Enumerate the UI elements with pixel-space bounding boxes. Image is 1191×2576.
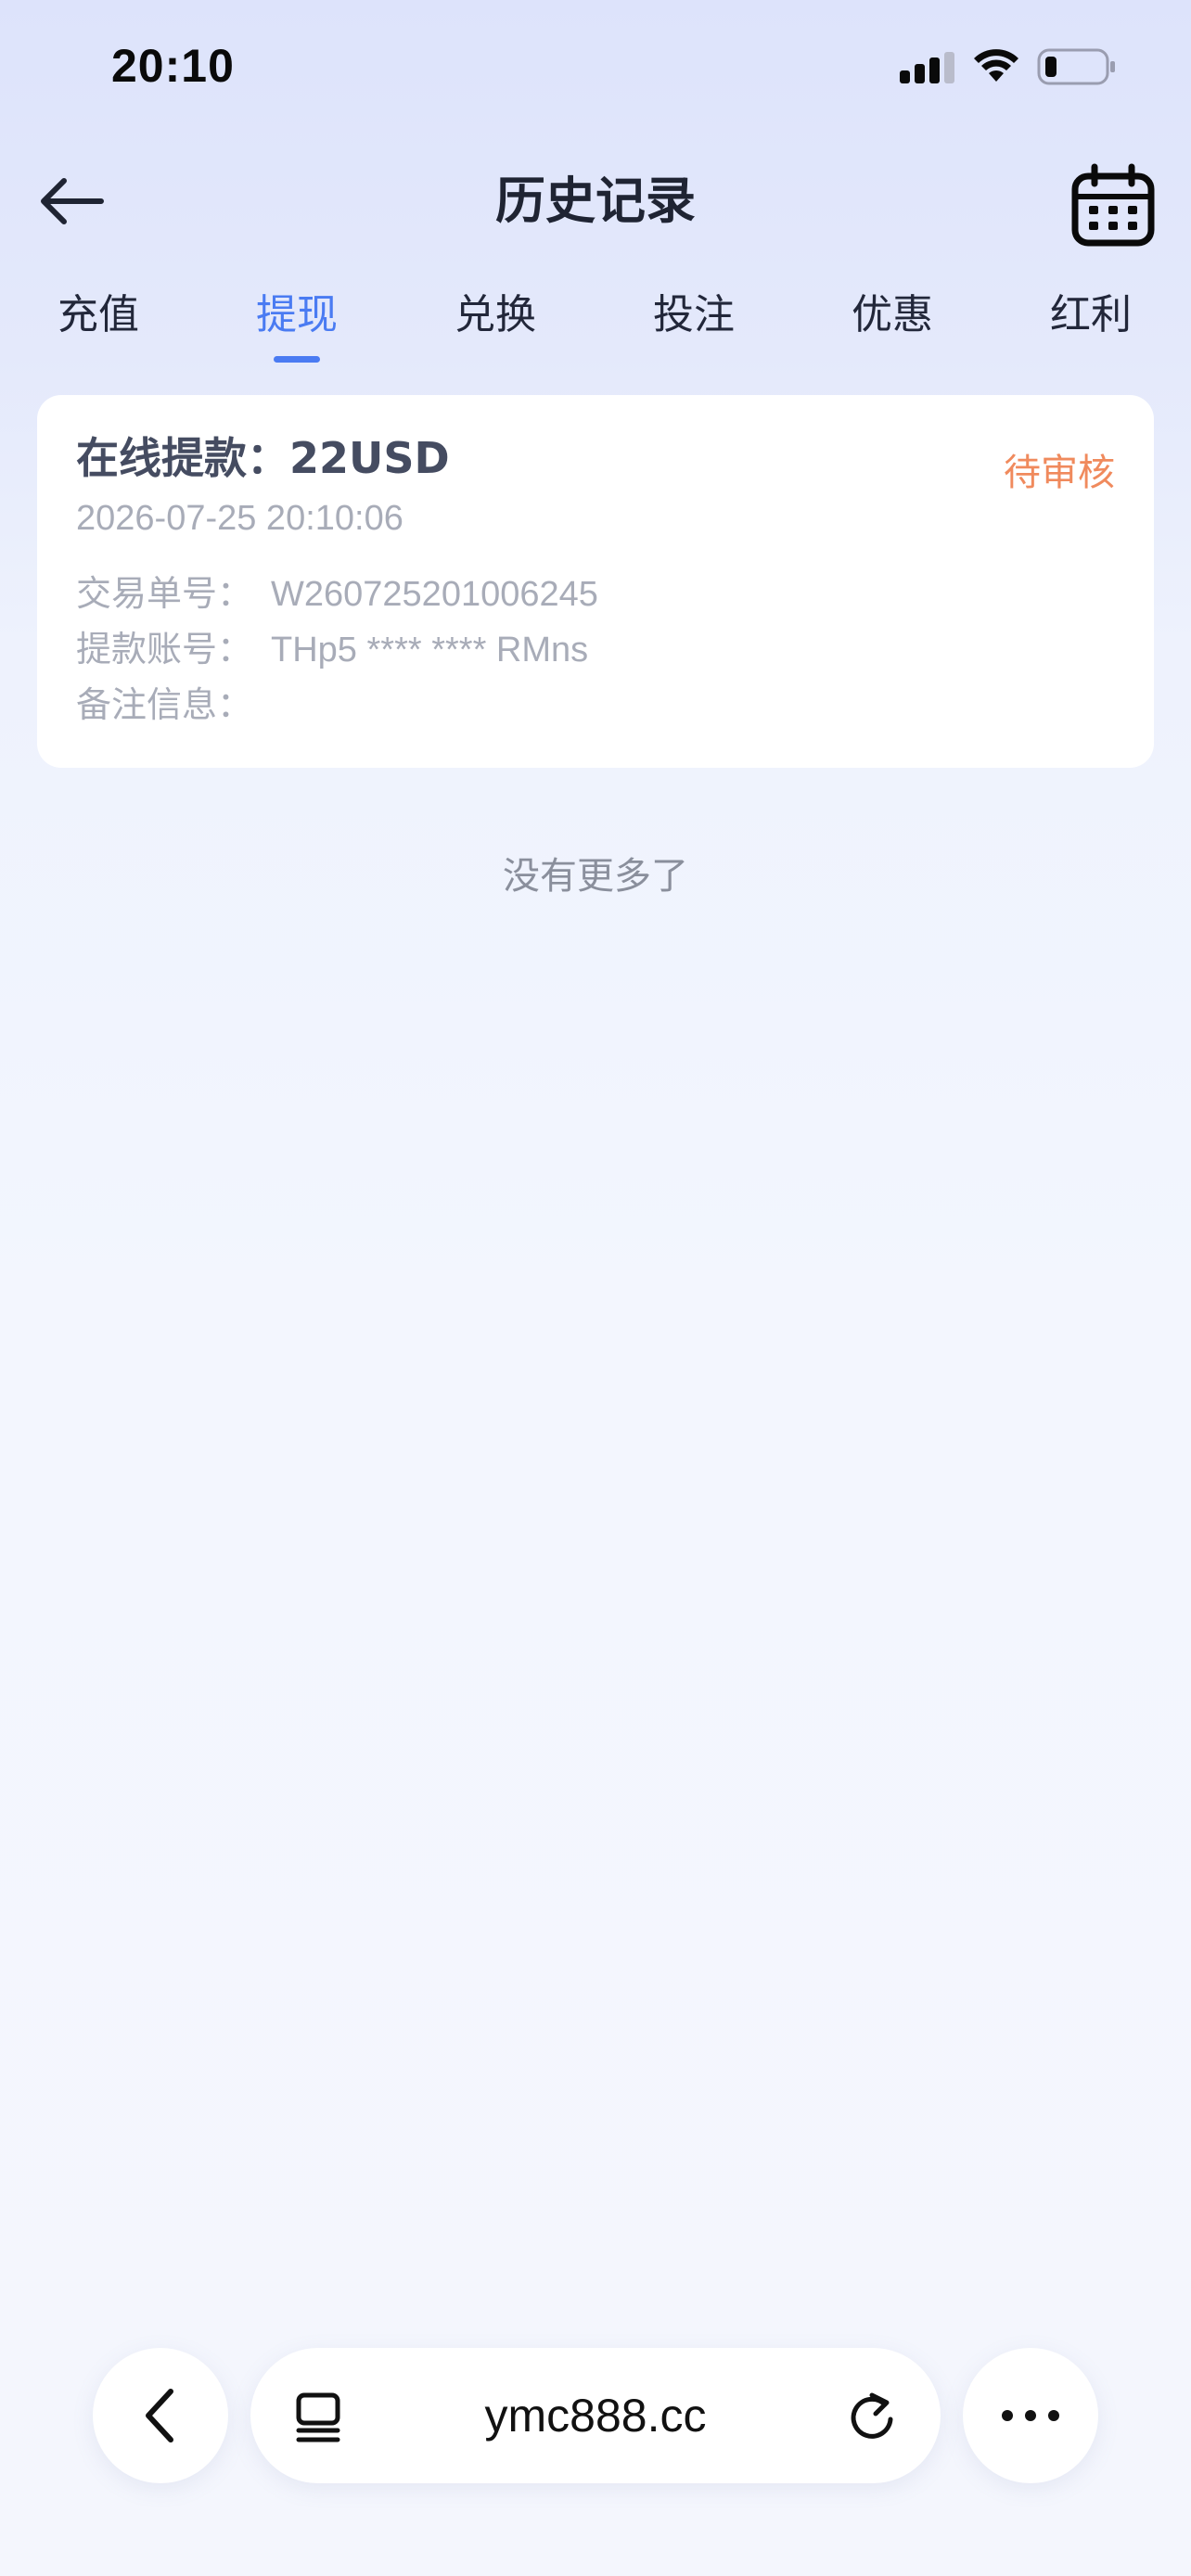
status-bar: 20:10 bbox=[0, 0, 1191, 139]
transaction-id-value: W260725201006245 bbox=[271, 575, 598, 614]
remark-label: 备注信息： bbox=[76, 684, 253, 725]
tab-promotions[interactable]: 优惠 bbox=[809, 278, 976, 352]
transaction-id-row: 交易单号： W260725201006245 bbox=[76, 567, 598, 620]
tab-recharge[interactable]: 充值 bbox=[15, 278, 182, 352]
transaction-id-label: 交易单号： bbox=[76, 573, 253, 614]
more-dots-icon bbox=[1002, 2410, 1059, 2421]
withdraw-account-label: 提款账号： bbox=[76, 629, 253, 670]
remark-row: 备注信息： bbox=[76, 679, 271, 732]
more-menu-button[interactable] bbox=[963, 2348, 1098, 2483]
withdraw-account-value: THp5 **** **** RMns bbox=[271, 631, 589, 670]
wifi-icon bbox=[974, 49, 1018, 82]
active-tab-indicator bbox=[274, 356, 320, 363]
browser-back-button[interactable] bbox=[93, 2348, 228, 2483]
record-datetime: 2026-07-25 20:10:06 bbox=[76, 499, 403, 538]
browser-toolbar: ymc888.cc bbox=[0, 2337, 1191, 2485]
address-bar[interactable]: ymc888.cc bbox=[250, 2348, 941, 2483]
tab-withdraw[interactable]: 提现 bbox=[213, 278, 380, 352]
url-text: ymc888.cc bbox=[484, 2390, 707, 2442]
withdrawal-record-card[interactable]: 在线提款：22USD 待审核 2026-07-25 20:10:06 交易单号：… bbox=[37, 395, 1154, 768]
record-type-tabs: 充值 提现 兑换 投注 优惠 红利 bbox=[0, 278, 1191, 366]
reload-icon[interactable] bbox=[844, 2390, 900, 2445]
header: 历史记录 bbox=[0, 148, 1191, 250]
withdraw-account-row: 提款账号： THp5 **** **** RMns bbox=[76, 623, 588, 676]
page-title: 历史记录 bbox=[495, 172, 696, 230]
tab-exchange[interactable]: 兑换 bbox=[412, 278, 579, 352]
cellular-signal-icon bbox=[900, 52, 954, 83]
battery-icon bbox=[1037, 48, 1115, 85]
record-title: 在线提款：22USD bbox=[76, 433, 450, 483]
chevron-left-icon bbox=[146, 2389, 173, 2442]
list-end-text: 没有更多了 bbox=[503, 855, 688, 898]
status-time: 20:10 bbox=[111, 40, 235, 92]
tab-bets[interactable]: 投注 bbox=[610, 278, 777, 352]
tab-bonus[interactable]: 红利 bbox=[1007, 278, 1174, 352]
status-badge: 待审核 bbox=[1004, 452, 1115, 494]
calendar-icon[interactable] bbox=[1067, 159, 1159, 252]
